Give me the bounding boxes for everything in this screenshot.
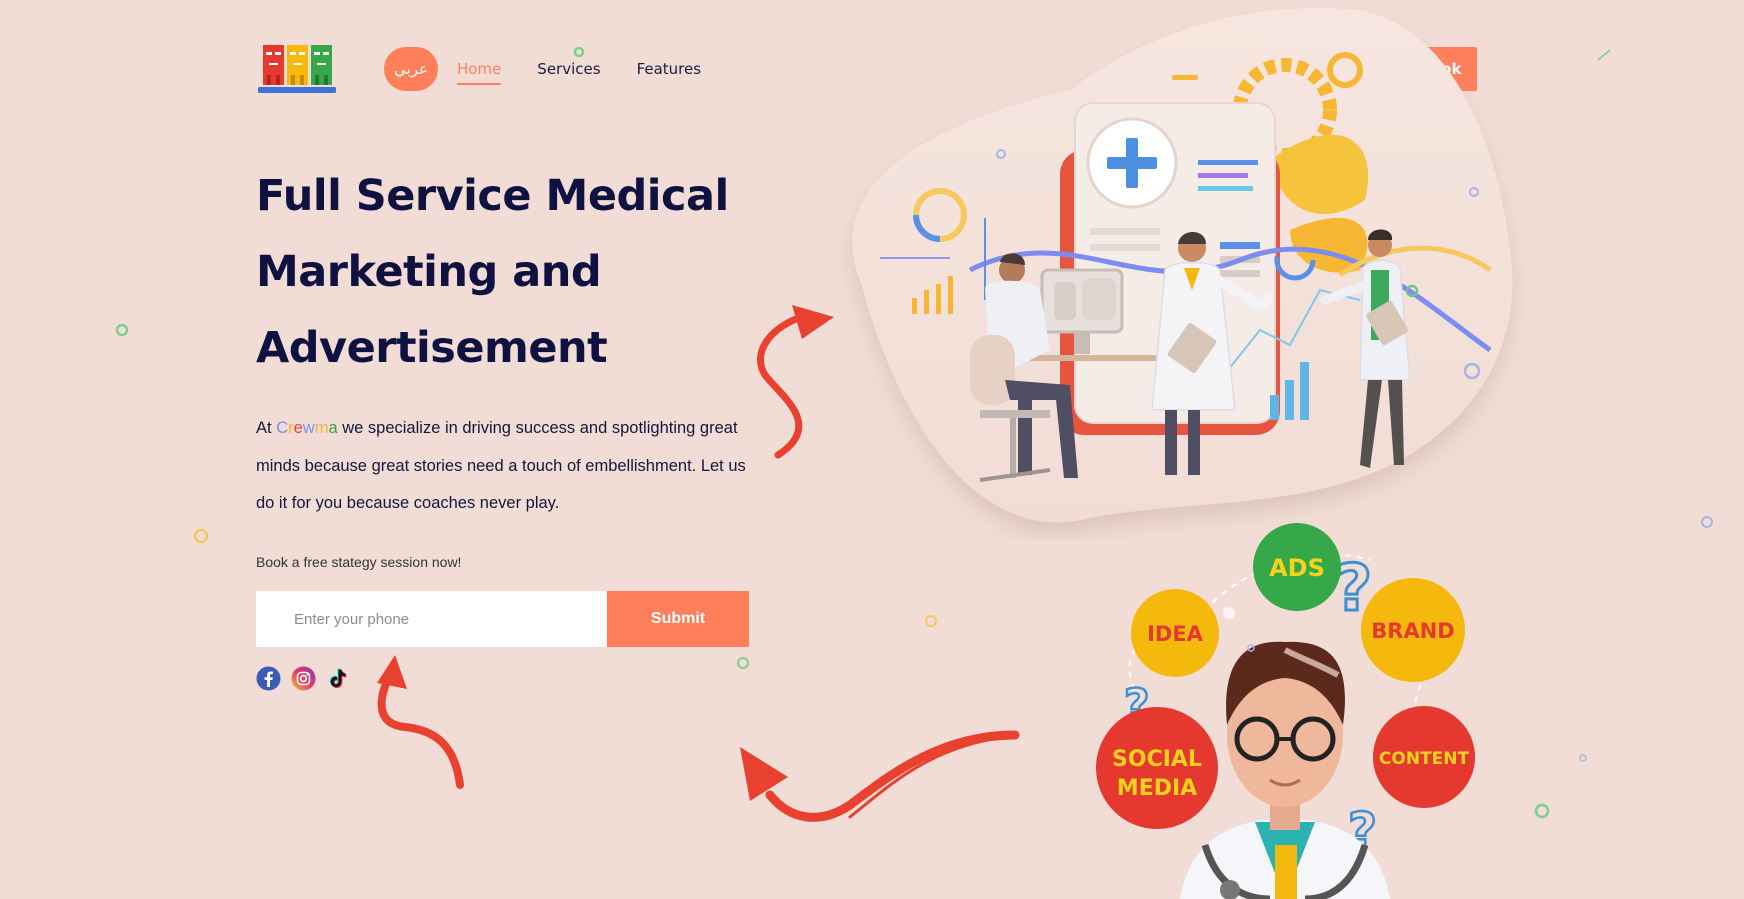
marketing-doctor-illustration: ? ? ? ADS IDEA BRAND SOCIAL MEDIA CONTEN… <box>1096 523 1475 899</box>
hero-title: Full Service Medical Marketing and Adver… <box>256 158 776 386</box>
cta-label: Book a free stategy session now! <box>256 554 462 570</box>
bubble-ads: ADS <box>1253 523 1341 611</box>
hero-title-line: Full Service Medical <box>256 171 729 221</box>
main-nav: Home Services Features <box>457 60 702 85</box>
svg-text:ADS: ADS <box>1269 554 1325 582</box>
submit-button[interactable]: Submit <box>607 591 749 647</box>
curved-arrow-icon <box>740 730 1020 822</box>
hero-description: At Crewma we specialize in driving succe… <box>256 419 746 512</box>
nav-features[interactable]: Features <box>637 60 702 78</box>
svg-text:?: ? <box>1348 802 1377 860</box>
social-links <box>256 666 351 691</box>
facebook-icon[interactable] <box>256 666 281 691</box>
svg-text:?: ? <box>1124 680 1150 731</box>
svg-text:MEDIA: MEDIA <box>1117 776 1197 801</box>
nav-home[interactable]: Home <box>457 60 502 85</box>
bubble-content: CONTENT <box>1373 706 1475 808</box>
brand-name: Crewma <box>276 419 338 437</box>
bubble-social-media: SOCIAL MEDIA <box>1096 707 1218 829</box>
crewma-logo[interactable] <box>258 45 336 95</box>
book-button[interactable]: Book <box>1404 47 1477 91</box>
hero-title-line: Marketing and <box>256 247 602 297</box>
bubble-idea: IDEA <box>1131 589 1219 677</box>
language-toggle-button[interactable]: عربي <box>384 47 438 91</box>
svg-text:BRAND: BRAND <box>1371 619 1454 643</box>
svg-text:IDEA: IDEA <box>1147 622 1204 646</box>
tiktok-icon[interactable] <box>326 666 351 691</box>
curved-arrow-icon <box>377 655 464 789</box>
nav-services[interactable]: Services <box>537 60 600 78</box>
svg-text:SOCIAL: SOCIAL <box>1112 747 1202 772</box>
phone-input[interactable] <box>256 591 607 647</box>
bubble-brand: BRAND <box>1361 578 1465 682</box>
instagram-icon[interactable] <box>291 666 316 691</box>
hero-title-line: Advertisement <box>256 323 608 373</box>
svg-text:?: ? <box>1335 552 1372 626</box>
svg-text:CONTENT: CONTENT <box>1379 749 1470 769</box>
doctor-avatar <box>1180 641 1390 899</box>
